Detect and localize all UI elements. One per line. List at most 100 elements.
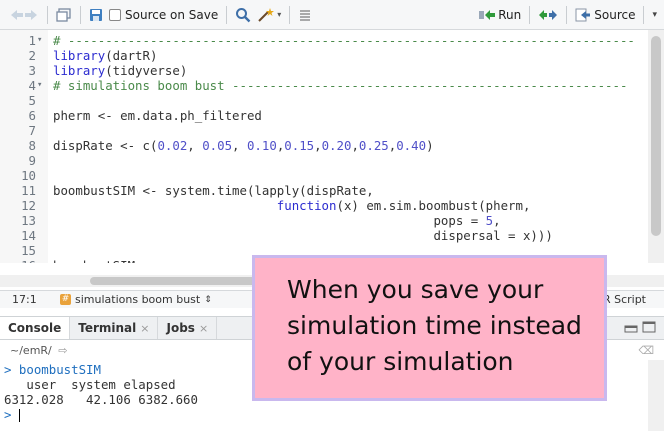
source-on-save-label: Source on Save bbox=[125, 7, 219, 22]
minimize-pane-icon[interactable] bbox=[624, 321, 638, 333]
pane-controls bbox=[624, 321, 656, 333]
code-text: boombustSIM bbox=[53, 258, 135, 263]
tab-console-label: Console bbox=[8, 321, 62, 335]
code-token: 0.02 bbox=[157, 138, 188, 153]
code-line[interactable]: 1 ▾ # ------------------------------------… bbox=[0, 33, 660, 48]
line-number: 1 bbox=[28, 33, 36, 48]
find-replace-button[interactable] bbox=[232, 4, 254, 26]
code-editor[interactable]: 1 ▾ # ------------------------------------… bbox=[0, 30, 664, 263]
code-token: pops = bbox=[53, 213, 486, 228]
tab-console[interactable]: Console bbox=[0, 317, 71, 339]
console-scrollbar[interactable] bbox=[648, 360, 664, 431]
code-tools-button[interactable]: ▾ bbox=[254, 4, 284, 26]
code-line[interactable]: 11 boombustSIM <- system.time(lapply(disp… bbox=[0, 183, 660, 198]
rerun-icon bbox=[539, 10, 558, 20]
tab-terminal[interactable]: Terminal × bbox=[70, 317, 159, 339]
code-token: 0.10 bbox=[246, 138, 277, 153]
code-token: library bbox=[53, 63, 106, 78]
fold-arrow-icon[interactable]: ▾ bbox=[37, 78, 42, 93]
magic-wand-icon bbox=[258, 7, 275, 22]
source-button[interactable]: Source bbox=[572, 4, 638, 26]
code-token: , bbox=[314, 138, 322, 153]
save-icon bbox=[90, 8, 102, 21]
code-line[interactable]: 7 bbox=[0, 123, 660, 138]
console-text: 6312.028 42.106 6382.660 bbox=[4, 392, 206, 407]
code-token: , bbox=[493, 213, 501, 228]
close-icon[interactable]: × bbox=[140, 322, 149, 335]
back-button[interactable] bbox=[6, 4, 42, 26]
toolbar-separator bbox=[289, 5, 291, 24]
code-token: 0.05 bbox=[202, 138, 233, 153]
caption-text: When you save your simulation time inste… bbox=[287, 275, 582, 376]
line-number: 4 bbox=[28, 78, 36, 93]
code-token: function bbox=[276, 198, 337, 213]
toolbar-separator bbox=[47, 5, 48, 24]
editor-vertical-scrollbar[interactable] bbox=[648, 30, 664, 263]
code-line[interactable]: 3 library(tidyverse) bbox=[0, 63, 660, 78]
fold-arrow-icon[interactable]: ▾ bbox=[37, 33, 42, 48]
line-number: 12 bbox=[21, 198, 36, 213]
toolbar-right-group: Run Source ▾ bbox=[475, 4, 660, 26]
console-prompt: > bbox=[4, 362, 19, 377]
back-forward-arrows-icon bbox=[11, 9, 37, 20]
code-token: 0.20 bbox=[321, 138, 352, 153]
show-in-window-button[interactable] bbox=[53, 4, 75, 26]
code-token: dispersal = x))) bbox=[53, 228, 553, 243]
console-line: > boombustSIM bbox=[4, 362, 101, 377]
run-label: Run bbox=[498, 8, 522, 22]
console-line: 6312.028 42.106 6382.660 bbox=[4, 392, 205, 407]
tab-jobs[interactable]: Jobs × bbox=[158, 317, 218, 339]
toolbar-separator bbox=[643, 6, 645, 24]
code-text: pops = 5, bbox=[53, 213, 501, 228]
source-on-save-checkbox[interactable]: Source on Save bbox=[106, 4, 221, 26]
save-button[interactable] bbox=[86, 4, 106, 26]
code-line[interactable]: 4 ▾ # simulations boom bust --------------… bbox=[0, 78, 660, 93]
chevron-down-icon: ▾ bbox=[652, 10, 657, 20]
line-number: 8 bbox=[28, 138, 36, 153]
editor-toolbar: Source on Save ▾ Run Source ▾ bbox=[0, 0, 664, 30]
code-line[interactable]: 13 pops = 5, bbox=[0, 213, 660, 228]
close-icon[interactable]: × bbox=[199, 322, 208, 335]
code-line[interactable]: 2 library(dartR) bbox=[0, 48, 660, 63]
code-token: , bbox=[351, 138, 359, 153]
rerun-button[interactable] bbox=[535, 4, 561, 26]
line-number: 7 bbox=[28, 123, 36, 138]
code-line[interactable]: 6 pherm <- em.data.ph_filtered bbox=[0, 108, 660, 123]
chevron-down-icon: ▾ bbox=[277, 10, 282, 19]
code-line[interactable]: 8 dispRate <- c(0.02, 0.05, 0.10,0.15,0.2… bbox=[0, 138, 660, 153]
code-line[interactable]: 14 dispersal = x))) bbox=[0, 228, 660, 243]
code-text: function(x) em.sim.boombust(pherm, bbox=[53, 198, 531, 213]
source-options-dropdown[interactable]: ▾ bbox=[649, 4, 660, 26]
code-line[interactable]: 12 function(x) em.sim.boombust(pherm, bbox=[0, 198, 660, 213]
line-number: 6 bbox=[28, 108, 36, 123]
clear-console-icon[interactable]: ⌫ bbox=[638, 342, 654, 360]
outline-button[interactable] bbox=[295, 4, 315, 26]
code-token: (tidyverse) bbox=[105, 63, 188, 78]
scrollbar-thumb[interactable] bbox=[651, 36, 661, 236]
toolbar-separator bbox=[226, 5, 228, 24]
toolbar-separator bbox=[529, 6, 531, 24]
code-token: # --------------------------------------… bbox=[53, 33, 635, 48]
code-token: (dartR) bbox=[105, 48, 158, 63]
checkbox-box[interactable] bbox=[109, 8, 121, 21]
working-directory-path: ~/emR/ bbox=[10, 344, 52, 357]
code-token: boombustSIM bbox=[53, 258, 135, 263]
goto-directory-icon[interactable]: ⇨ bbox=[58, 344, 67, 357]
code-text: dispRate <- c(0.02, 0.05, 0.10,0.15,0.20… bbox=[53, 138, 434, 153]
tab-terminal-label: Terminal bbox=[78, 321, 137, 335]
document-outline-icon bbox=[300, 9, 311, 21]
code-line[interactable]: 5 bbox=[0, 93, 660, 108]
code-line[interactable]: 9 bbox=[0, 153, 660, 168]
updown-chevron-icon: ⇕ bbox=[204, 294, 212, 305]
code-line[interactable]: 10 bbox=[0, 168, 660, 183]
function-navigator[interactable]: # simulations boom bust ⇕ bbox=[60, 293, 212, 306]
maximize-pane-icon[interactable] bbox=[642, 321, 656, 333]
code-text: library(dartR) bbox=[53, 48, 157, 63]
console-prompt: > bbox=[4, 407, 19, 422]
cursor-position: 17:1 bbox=[12, 293, 37, 306]
file-type-selector[interactable]: R Script bbox=[603, 293, 646, 306]
console-text: user system elapsed bbox=[4, 377, 184, 392]
line-number: 10 bbox=[21, 168, 36, 183]
run-button[interactable]: Run bbox=[475, 4, 524, 26]
